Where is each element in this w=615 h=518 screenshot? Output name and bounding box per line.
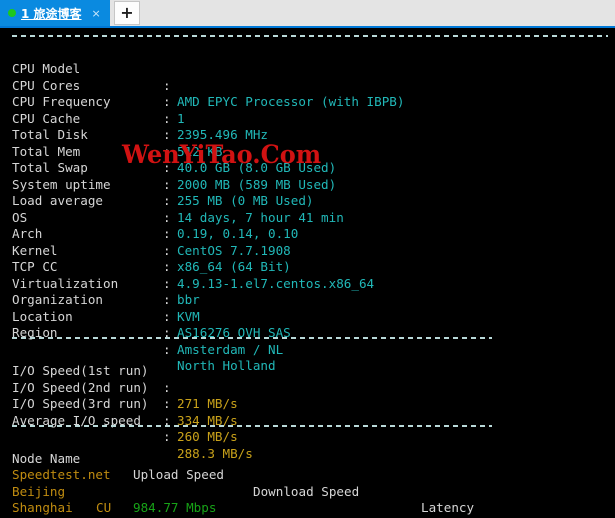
screenshot-root: 1 旅途博客 × + CPU Model : AMD EPYC Processo… xyxy=(0,0,615,518)
io-row: I/O Speed(2nd run) : 334 MB/s xyxy=(0,363,615,428)
table-row: Speedtest.net 984.77 Mbps 901.66 Mbps 7.… xyxy=(0,451,615,518)
info-row: Location : Amsterdam / NL xyxy=(0,292,615,357)
table-row: Guangzhou CT 246.91 Mbps 278.68 Mbps 245… xyxy=(0,500,615,518)
browser-tab-bar: 1 旅途博客 × + xyxy=(0,0,615,28)
info-row: Total Disk : 40.0 GB (8.0 GB Used) xyxy=(0,111,615,175)
speedtest-table: Node Name Upload Speed Download Speed La… xyxy=(0,434,615,518)
info-row: Organization : AS16276 OVH SAS xyxy=(0,276,615,340)
system-info-block: CPU Model : AMD EPYC Processor (with IBP… xyxy=(0,45,615,373)
table-row: Shanghai CU 235.00 Mbps 153.07 Mbps 300.… xyxy=(0,484,615,518)
info-row: CPU Cores : 1 xyxy=(0,61,615,126)
separator-top xyxy=(0,28,615,45)
separator-speedtest xyxy=(0,418,615,435)
info-row: CPU Frequency : 2395.496 MHz xyxy=(0,78,615,142)
info-row: Total Swap : 255 MB (0 MB Used) xyxy=(0,144,615,208)
info-row: Virtualization : KVM xyxy=(0,259,615,324)
io-speed-block: I/O Speed(1st run) : 271 MB/s I/O Speed(… xyxy=(0,347,615,461)
close-icon[interactable]: × xyxy=(92,8,101,19)
io-row: Average I/O speed : 288.3 MB/s xyxy=(0,396,615,461)
info-row: Arch : x86_64 (64 Bit) xyxy=(0,210,615,274)
tab-title: 1 旅途博客 xyxy=(21,6,82,21)
tab-status-dot-icon xyxy=(8,9,16,17)
info-row: Total Mem : 2000 MB (589 MB Used) xyxy=(0,127,615,192)
info-row: OS : CentOS 7.7.1908 xyxy=(0,193,615,258)
info-row: Region : North Holland xyxy=(0,309,615,373)
info-row: Kernel : 4.9.13-1.el7.centos.x86_64 xyxy=(0,226,615,291)
table-row: Beijing CU 6.00 Mbps 397.85 Mbps 251.25 … xyxy=(0,467,615,518)
separator-io xyxy=(0,330,615,347)
io-row: I/O Speed(1st run) : 271 MB/s xyxy=(0,347,615,411)
browser-tab[interactable]: 1 旅途博客 × xyxy=(0,0,110,26)
info-row: Load average : 0.19, 0.14, 0.10 xyxy=(0,177,615,241)
info-row: CPU Model : AMD EPYC Processor (with IBP… xyxy=(0,45,615,109)
new-tab-button[interactable]: + xyxy=(114,1,140,25)
io-row: I/O Speed(3rd run) : 260 MB/s xyxy=(0,380,615,444)
info-row: CPU Cache : 512 KB xyxy=(0,94,615,159)
info-row: System uptime : 14 days, 7 hour 41 min xyxy=(0,160,615,225)
table-header-row: Node Name Upload Speed Download Speed La… xyxy=(0,434,615,516)
terminal-output[interactable]: CPU Model : AMD EPYC Processor (with IBP… xyxy=(0,28,615,518)
info-row: TCP CC : bbr xyxy=(0,243,615,307)
